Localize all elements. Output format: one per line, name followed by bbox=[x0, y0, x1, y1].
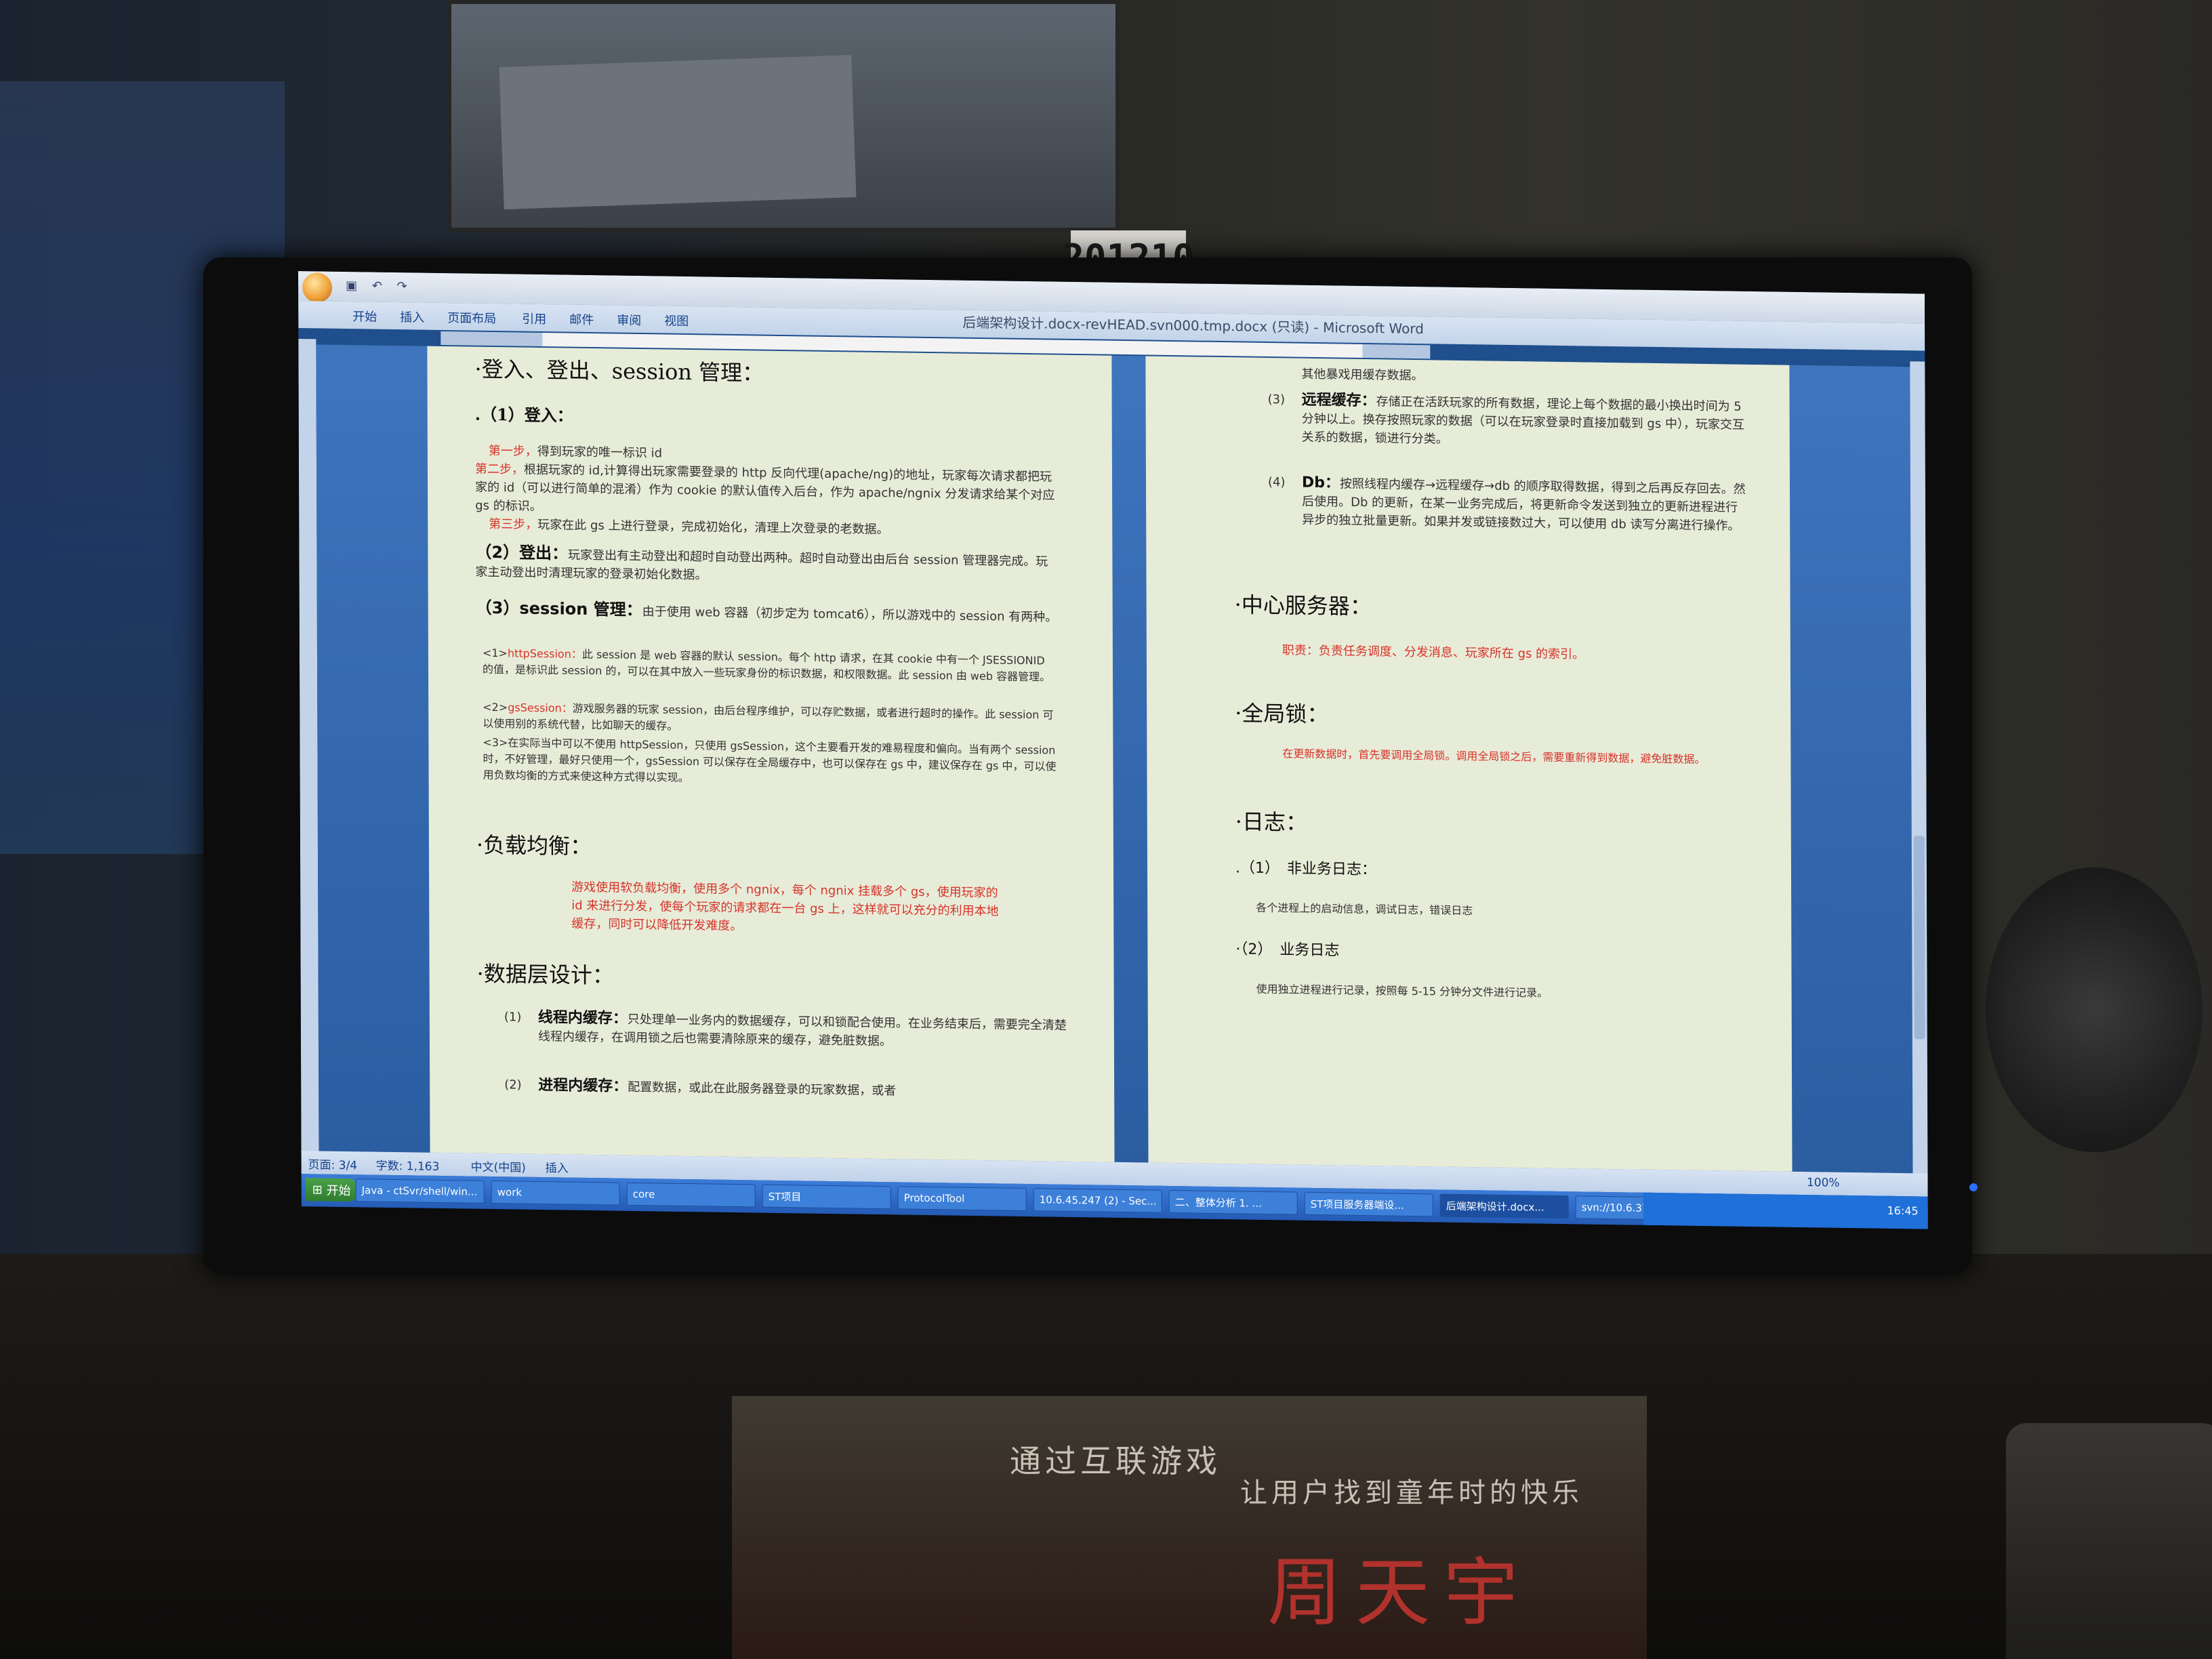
d1-num: (1) bbox=[504, 1010, 522, 1025]
tray-clock[interactable]: 16:45 bbox=[1887, 1204, 1919, 1218]
center-text: 职责：负责任务调度、分发消息、玩家所在 gs 的索引。 bbox=[1282, 643, 1585, 662]
lb-text: 游戏使用软负载均衡，使用多个 ngnix，每个 ngnix 挂载多个 gs，使用… bbox=[571, 880, 999, 934]
document-page-left[interactable]: ·登入、登出、session 管理： .（1）登入： 第一步，得到玩家的唯一标识… bbox=[427, 346, 1115, 1162]
d2-title: 进程内缓存： bbox=[538, 1076, 628, 1095]
tab-home[interactable]: 开始 bbox=[352, 307, 377, 325]
book-name: 周天宇 bbox=[1267, 1549, 1532, 1636]
item2-red: gsSession： bbox=[508, 701, 573, 715]
item3-prefix: <3> bbox=[483, 735, 508, 750]
heading-session: （3）session 管理： bbox=[475, 598, 642, 620]
task-secure-crt[interactable]: 10.6.45.247 (2) - Sec... bbox=[1033, 1188, 1162, 1213]
tab-view[interactable]: 视图 bbox=[664, 312, 689, 330]
tab-review[interactable]: 审阅 bbox=[617, 311, 641, 329]
item2-prefix: <2> bbox=[483, 700, 508, 714]
lock-text: 在更新数据时，首先要调用全局锁。调用全局锁之后，需要重新得到数据，避免脏数据。 bbox=[1282, 747, 1706, 766]
step2-text: 根据玩家的 id,计算得出玩家需要登录的 http 反向代理(apache/ng… bbox=[475, 462, 1055, 514]
log1-heading: .（1） 非业务日志： bbox=[1235, 859, 1377, 879]
session-text: 由于使用 web 容器（初步定为 tomcat6），所以游戏中的 session… bbox=[642, 605, 1058, 625]
system-tray: 16:45 bbox=[1643, 1192, 1928, 1229]
item1-prefix: <1> bbox=[482, 646, 508, 660]
coffee-cup bbox=[2006, 1423, 2212, 1659]
vertical-scrollbar[interactable] bbox=[1910, 361, 1928, 1175]
task-word-doc[interactable]: 后端架构设计.docx... bbox=[1439, 1193, 1569, 1219]
tab-insert[interactable]: 插入 bbox=[400, 308, 424, 326]
book-line-2: 让用户找到童年时的快乐 bbox=[1240, 1477, 1583, 1509]
item3-text: 在实际当中可以不使用 httpSession，只使用 gsSession，这个主… bbox=[483, 736, 1057, 785]
heading-center-server: ·中心服务器： bbox=[1234, 592, 1372, 620]
task-st-project[interactable]: ST项目 bbox=[762, 1184, 891, 1210]
r4-title: Db： bbox=[1301, 474, 1340, 492]
start-label: 开始 bbox=[326, 1183, 351, 1199]
task-core[interactable]: core bbox=[626, 1182, 756, 1208]
heading-login: ·登入、登出、session 管理： bbox=[474, 356, 764, 386]
desk-fan bbox=[1986, 867, 2203, 1152]
insert-mode[interactable]: 插入 bbox=[546, 1158, 569, 1175]
step3-label: 第三步， bbox=[489, 516, 538, 532]
language[interactable]: 中文(中国) bbox=[471, 1158, 526, 1175]
tab-references[interactable]: 引用 bbox=[522, 310, 546, 328]
pinned-paper bbox=[499, 54, 857, 210]
log1-text: 各个进程上的启动信息，调试日志，错误日志 bbox=[1256, 901, 1473, 918]
monitor-screen: ▣ ↶ ↷ 开始 插入 页面布局 引用 邮件 审阅 视图 ▁ ▭ ✕ 后端架构设… bbox=[298, 271, 1928, 1229]
heading-login-1: .（1）登入： bbox=[474, 404, 573, 426]
zoom-level[interactable]: 100% bbox=[1807, 1176, 1840, 1190]
scroll-thumb[interactable] bbox=[1913, 836, 1925, 1040]
power-led bbox=[1969, 1183, 1978, 1191]
book-line-1: 通过互联游戏 bbox=[1010, 1443, 1221, 1479]
document-page-right[interactable]: 其他暴戏用缓存数据。 (3) 远程缓存：存储正在活跃玩家的所有数据，理论上每个数… bbox=[1145, 356, 1793, 1172]
task-java[interactable]: Java - ctSvr/shell/win... bbox=[355, 1179, 485, 1204]
task-work[interactable]: work bbox=[491, 1180, 620, 1206]
tab-page-layout[interactable]: 页面布局 bbox=[447, 308, 496, 327]
log2-heading: ·（2） 业务日志 bbox=[1235, 941, 1340, 960]
start-button[interactable]: ⊞ 开始 bbox=[305, 1178, 358, 1202]
office-button[interactable] bbox=[302, 272, 333, 303]
heading-log: ·日志： bbox=[1235, 808, 1308, 836]
top-text: 其他暴戏用缓存数据。 bbox=[1301, 367, 1424, 384]
d2-num: (2) bbox=[504, 1078, 522, 1092]
d2-text: 配置数据，或此在此服务器登录的玩家数据，或者 bbox=[628, 1080, 897, 1099]
task-analysis[interactable]: 二、整体分析 1. ... bbox=[1168, 1189, 1298, 1215]
heading-load-balance: ·负载均衡： bbox=[476, 832, 592, 860]
task-server-design[interactable]: ST项目服务器端设... bbox=[1304, 1191, 1433, 1217]
step1-text: 得到玩家的唯一标识 id bbox=[537, 444, 663, 461]
quick-access-toolbar[interactable]: ▣ ↶ ↷ bbox=[346, 279, 413, 293]
word-count[interactable]: 字数: 1,163 bbox=[376, 1156, 440, 1174]
page-count[interactable]: 页面: 3/4 bbox=[308, 1155, 358, 1172]
item1-red: httpSession： bbox=[507, 647, 582, 661]
step3-text: 玩家在此 gs 上进行登录，完成初始化，清理上次登录的老数据。 bbox=[537, 517, 889, 537]
log2-text: 使用独立进程进行记录，按照每 5-15 分钟分文件进行记录。 bbox=[1256, 982, 1549, 1000]
d1-title: 线程内缓存： bbox=[537, 1008, 628, 1027]
r3-title: 远程缓存： bbox=[1301, 391, 1376, 410]
task-protocol-tool[interactable]: ProtocolTool bbox=[897, 1186, 1027, 1212]
heading-logout: （2）登出： bbox=[475, 542, 569, 563]
r3-num: (3) bbox=[1267, 392, 1286, 407]
step2-label: 第二步， bbox=[474, 462, 525, 477]
r4-text: 按照线程内缓存→远程缓存→db 的顺序取得数据，得到之后再反存回去。然后使用。D… bbox=[1302, 476, 1746, 533]
tab-mailings[interactable]: 邮件 bbox=[569, 310, 594, 329]
step1-label: 第一步， bbox=[488, 443, 537, 459]
r4-num: (4) bbox=[1267, 474, 1286, 490]
heading-data-layer: ·数据层设计： bbox=[476, 960, 614, 989]
heading-global-lock: ·全局锁： bbox=[1235, 700, 1329, 728]
